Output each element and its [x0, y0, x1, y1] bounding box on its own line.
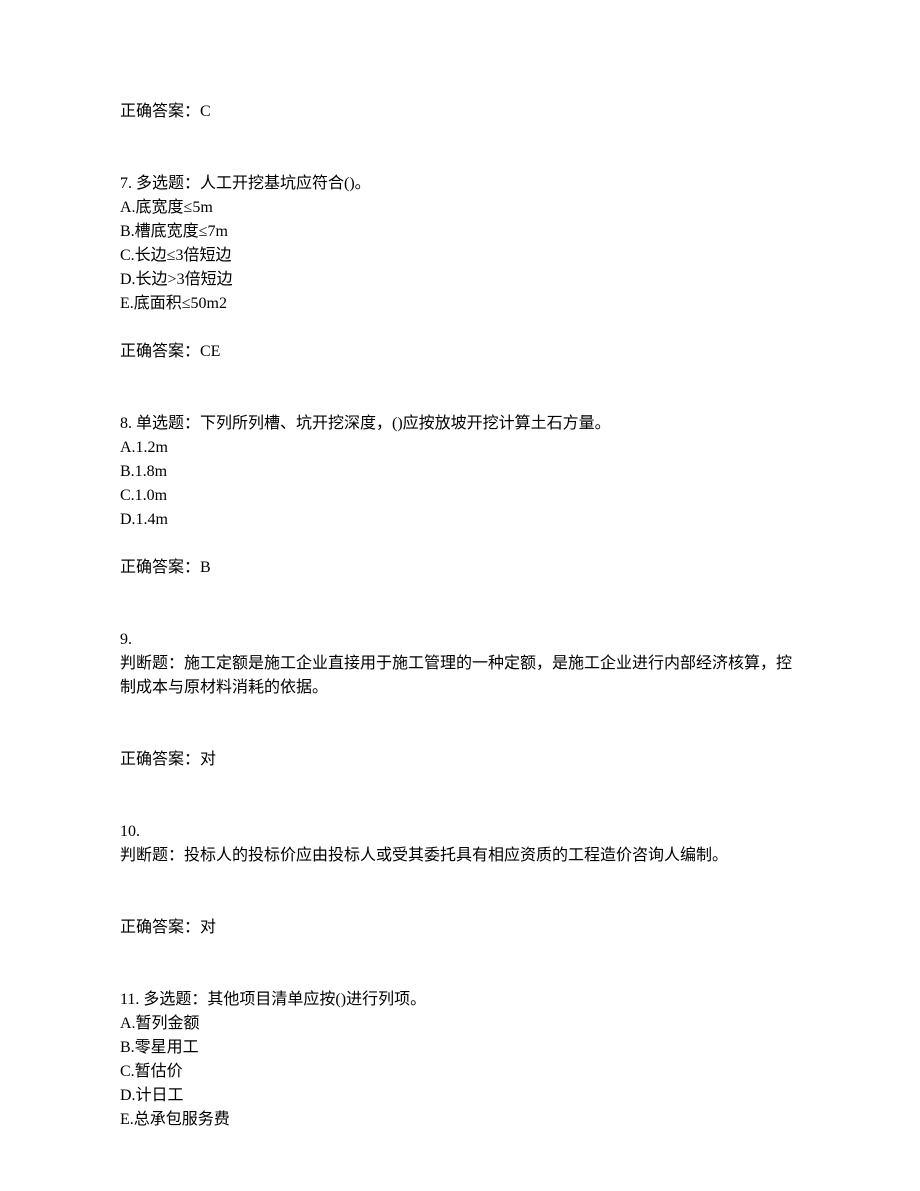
option-c: C.长边≤3倍短边 [120, 244, 800, 268]
question-number: 10. [120, 820, 800, 844]
option-c: C.1.0m [120, 484, 800, 508]
question-8: 8. 单选题：下列所列槽、坑开挖深度，()应按放坡开挖计算土石方量。 A.1.2… [120, 412, 800, 580]
question-7: 7. 多选题：人工开挖基坑应符合()。 A.底宽度≤5m B.槽底宽度≤7m C… [120, 172, 800, 364]
answer-text: 正确答案：对 [120, 748, 800, 772]
answer-text: 正确答案：B [120, 556, 800, 580]
option-e: E.底面积≤50m2 [120, 292, 800, 316]
option-d: D.长边>3倍短边 [120, 268, 800, 292]
question-9: 9. 判断题：施工定额是施工企业直接用于施工管理的一种定额，是施工企业进行内部经… [120, 628, 800, 772]
question-number: 9. [120, 628, 800, 652]
question-header: 7. 多选题：人工开挖基坑应符合()。 [120, 172, 800, 196]
option-d: D.1.4m [120, 508, 800, 532]
option-a: A.1.2m [120, 436, 800, 460]
option-b: B.槽底宽度≤7m [120, 220, 800, 244]
option-d: D.计日工 [120, 1084, 800, 1108]
question-header: 判断题：投标人的投标价应由投标人或受其委托具有相应资质的工程造价咨询人编制。 [120, 844, 800, 868]
question-11: 11. 多选题：其他项目清单应按()进行列项。 A.暂列金额 B.零星用工 C.… [120, 988, 800, 1132]
option-c: C.暂估价 [120, 1060, 800, 1084]
answer-text: 正确答案：CE [120, 340, 800, 364]
answer-text: 正确答案：C [120, 100, 800, 124]
question-header: 8. 单选题：下列所列槽、坑开挖深度，()应按放坡开挖计算土石方量。 [120, 412, 800, 436]
question-header: 判断题：施工定额是施工企业直接用于施工管理的一种定额，是施工企业进行内部经济核算… [120, 652, 800, 700]
question-10: 10. 判断题：投标人的投标价应由投标人或受其委托具有相应资质的工程造价咨询人编… [120, 820, 800, 940]
answer-text: 正确答案：对 [120, 916, 800, 940]
question-header: 11. 多选题：其他项目清单应按()进行列项。 [120, 988, 800, 1012]
option-b: B.零星用工 [120, 1036, 800, 1060]
option-a: A.底宽度≤5m [120, 196, 800, 220]
option-e: E.总承包服务费 [120, 1108, 800, 1132]
option-a: A.暂列金额 [120, 1012, 800, 1036]
question-6-answer: 正确答案：C [120, 100, 800, 124]
option-b: B.1.8m [120, 460, 800, 484]
